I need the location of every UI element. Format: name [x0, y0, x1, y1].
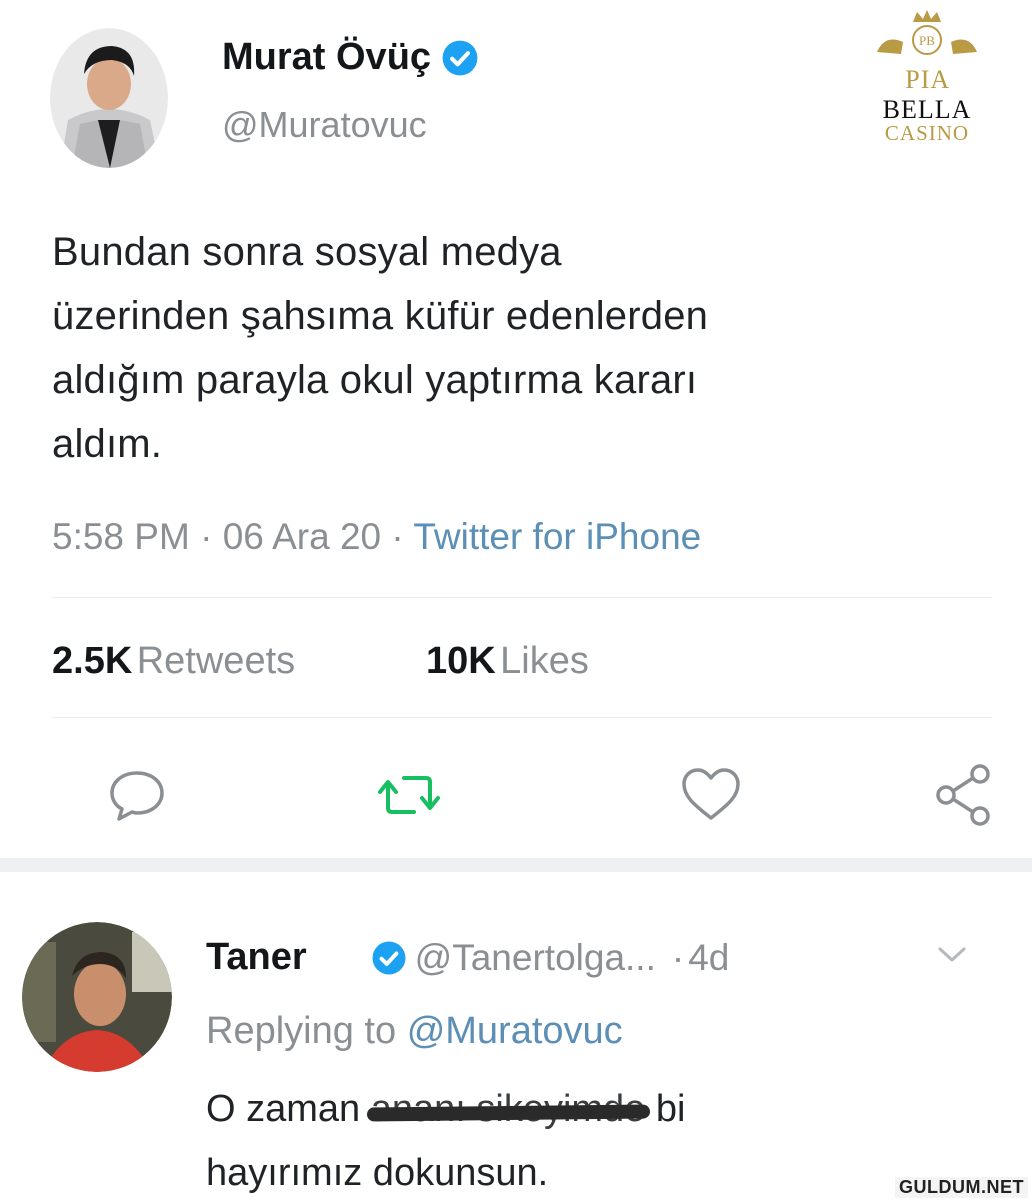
meta-separator: · [200, 516, 223, 557]
reply-body: O zaman ananı sikeyimde bi hayırımız dok… [206, 1082, 986, 1200]
author-avatar[interactable] [50, 28, 168, 168]
section-separator [0, 858, 1032, 872]
likes-label: Likes [500, 640, 589, 682]
replying-prefix: Replying to [206, 1010, 397, 1052]
tweet-source-link[interactable]: Twitter for iPhone [413, 516, 701, 557]
redacted-text: ananı sikeyimde [370, 1088, 646, 1130]
likes-stat[interactable]: 10K Likes [426, 640, 589, 683]
retweet-button[interactable] [374, 760, 444, 830]
divider [52, 597, 992, 598]
meta-separator: · [391, 516, 414, 557]
reply-line-2: hayırımız dokunsun. [206, 1152, 549, 1194]
retweets-label: Retweets [136, 640, 296, 682]
share-button[interactable] [928, 760, 998, 830]
heart-icon [682, 768, 740, 820]
brand-text-casino: CASINO [884, 121, 970, 145]
chevron-down-icon[interactable] [934, 944, 970, 971]
retweet-icon [378, 776, 440, 814]
tweet-line: Bundan sonra sosyal medya [52, 230, 562, 274]
verified-badge-icon [371, 940, 407, 976]
verified-badge-icon [441, 39, 479, 77]
like-button[interactable] [676, 760, 746, 830]
tweet-line: aldığım parayla okul yaptırma kararı [52, 358, 698, 402]
replying-to: Replying to @Muratovuc [206, 1010, 623, 1053]
author-handle[interactable]: @Muratovuc [222, 104, 427, 146]
replying-handle-link[interactable]: @Muratovuc [407, 1010, 623, 1052]
casino-logo: PB PIA BELLA CASINO [862, 8, 992, 146]
reply-button[interactable] [102, 760, 172, 830]
meta-separator: · [671, 936, 685, 978]
svg-text:PB: PB [919, 33, 935, 48]
reply-age: 4d [688, 936, 730, 978]
likes-count: 10K [426, 640, 496, 682]
avatar-photo [22, 922, 172, 1072]
reply-text-start: O zaman [206, 1088, 371, 1130]
reply-author-avatar[interactable] [22, 922, 172, 1072]
brand-text-pia: PIA [905, 65, 949, 94]
avatar-photo [50, 28, 168, 168]
crest-icon: PB [877, 10, 977, 55]
reply-text-end: bi [645, 1088, 686, 1130]
tweet-line: üzerinden şahsıma küfür edenlerden [52, 294, 709, 338]
reply-icon [110, 771, 164, 821]
divider [52, 717, 992, 718]
tweet-line: aldım. [52, 422, 163, 466]
brand-text-bella: BELLA [882, 95, 972, 124]
site-watermark: GULDUM.NET [895, 1177, 1028, 1198]
author-name[interactable]: Murat Övüç [222, 36, 431, 79]
reply-author-handle[interactable]: @Tanertolga... [415, 937, 656, 979]
retweets-count: 2.5K [52, 640, 133, 682]
tweet-time[interactable]: 5:58 PM [52, 516, 190, 557]
retweets-stat[interactable]: 2.5K Retweets [52, 640, 295, 683]
tweet-meta: 5:58 PM · 06 Ara 20 · Twitter for iPhone [52, 516, 701, 558]
tweet-date[interactable]: 06 Ara 20 [223, 516, 381, 557]
reply-author-name[interactable]: Taner [206, 936, 307, 979]
tweet-body: Bundan sonra sosyal medya üzerinden şahs… [52, 220, 992, 476]
share-icon [936, 764, 990, 826]
